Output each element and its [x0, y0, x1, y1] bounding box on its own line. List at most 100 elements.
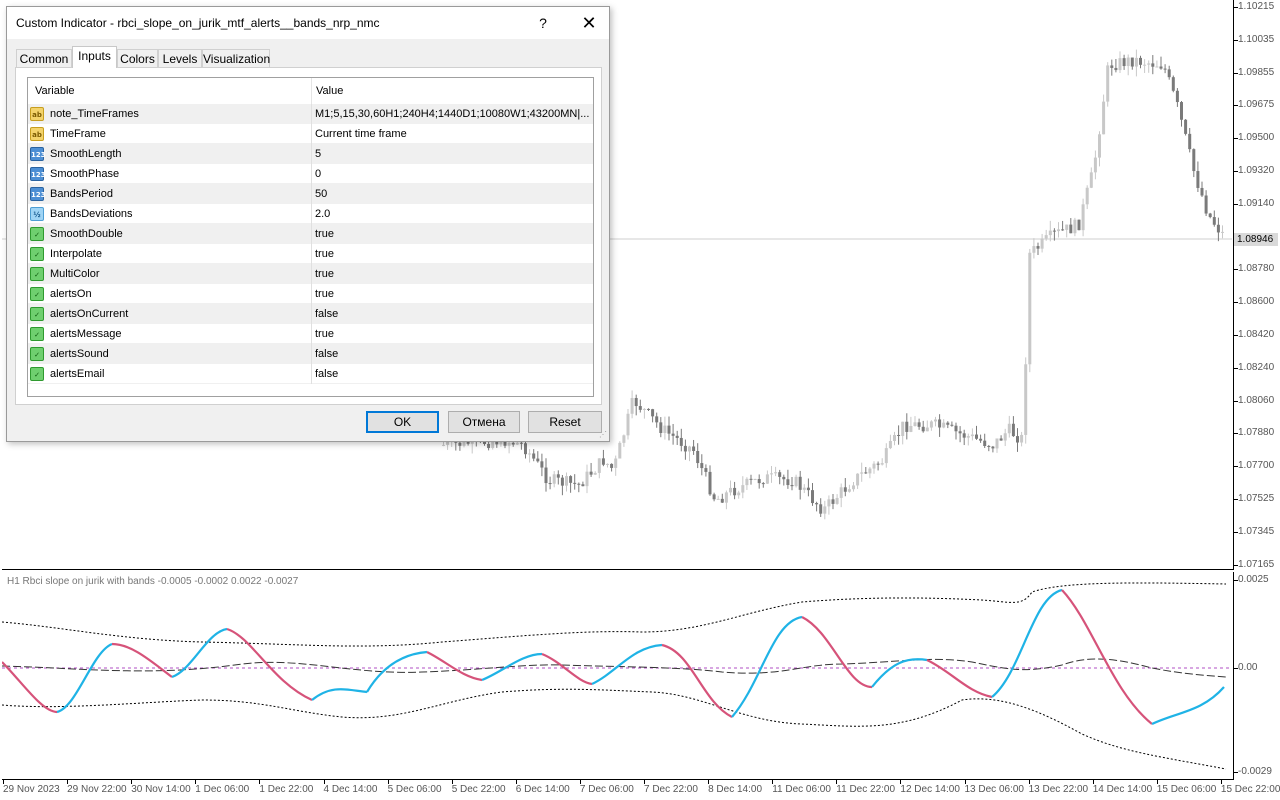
input-value-cell[interactable]: true	[315, 224, 593, 244]
candle-body	[1139, 57, 1142, 65]
time-label: 29 Nov 22:00	[67, 784, 127, 795]
close-button[interactable]: ✕	[575, 12, 603, 34]
price-scale[interactable]: 1.10215 1.10035 1.09855 1.09675 1.09500 1.093…	[1234, 0, 1280, 572]
input-row[interactable]: 123 SmoothLength 5	[28, 144, 593, 164]
input-row[interactable]: ✓ SmoothDouble true	[28, 224, 593, 244]
help-button[interactable]: ?	[529, 12, 557, 34]
input-variable-name: SmoothDouble	[50, 228, 123, 240]
candle-body	[601, 458, 605, 465]
candle-body	[913, 422, 917, 426]
input-row[interactable]: 123 BandsPeriod 50	[28, 184, 593, 204]
candle-body	[827, 499, 831, 507]
input-row[interactable]: 123 SmoothPhase 0	[28, 164, 593, 184]
time-label: 30 Nov 14:00	[131, 784, 191, 795]
input-row[interactable]: ✓ Interpolate true	[28, 244, 593, 264]
tab-visualization[interactable]: Visualization	[202, 49, 270, 67]
input-row[interactable]: ½ BandsDeviations 2.0	[28, 204, 593, 224]
input-value-cell[interactable]: true	[315, 264, 593, 284]
input-row[interactable]: ✓ alertsEmail false	[28, 364, 593, 384]
input-row[interactable]: ✓ alertsOnCurrent false	[28, 304, 593, 324]
input-row[interactable]: ✓ alertsMessage true	[28, 324, 593, 344]
input-value-cell[interactable]: Current time frame	[315, 124, 593, 144]
reset-button[interactable]: Reset	[528, 411, 602, 433]
candle-body	[458, 442, 462, 446]
dialog-titlebar[interactable]: Custom Indicator - rbci_slope_on_jurik_m…	[7, 7, 609, 39]
candle-body	[1073, 219, 1077, 234]
candle	[852, 481, 855, 492]
candle-body	[1196, 171, 1200, 188]
indicator-subwindow[interactable]	[2, 572, 1234, 780]
input-variable-name: note_TimeFrames	[50, 108, 139, 120]
resize-grip-icon[interactable]: ⋰	[599, 430, 607, 439]
price-label: 1.10035	[1238, 33, 1275, 45]
candle-body	[1106, 65, 1110, 102]
candle	[1196, 161, 1200, 193]
cancel-button[interactable]: Отмена	[448, 411, 520, 433]
candle-body	[995, 438, 999, 449]
column-divider[interactable]	[311, 78, 312, 104]
tab-levels[interactable]: Levels	[158, 49, 202, 67]
time-axis[interactable]: 29 Nov 2023 29 Nov 22:00 30 Nov 14:00 1 Dec…	[0, 780, 1280, 800]
candle-body	[774, 472, 778, 474]
candle	[806, 478, 810, 497]
input-value-cell[interactable]: M1;5,15,30,60H1;240H4;1440D1;10080W1;432…	[315, 104, 593, 124]
candle	[880, 458, 884, 466]
candle	[893, 431, 896, 446]
tab-label: Levels	[162, 52, 198, 66]
price-label: 1.09140	[1238, 197, 1275, 209]
candle-body	[806, 487, 810, 491]
indicator-scale-label: 0.00	[1238, 662, 1258, 673]
input-value-cell[interactable]: 50	[315, 184, 593, 204]
candle	[1102, 94, 1106, 135]
input-row[interactable]: ab TimeFrame Current time frame	[28, 124, 593, 144]
candle-body	[1216, 224, 1220, 233]
input-value-cell[interactable]: true	[315, 244, 593, 264]
input-value-cell[interactable]: 5	[315, 144, 593, 164]
column-header-variable[interactable]: Variable	[35, 85, 75, 97]
candle-body	[651, 409, 655, 417]
candle	[1093, 150, 1097, 180]
input-row[interactable]: ab note_TimeFrames M1;5,15,30,60H1;240H4;1…	[28, 104, 593, 124]
candle	[1085, 185, 1089, 210]
candle-body	[1007, 423, 1011, 434]
indicator-scale[interactable]: 0.0025 0.00 -0.0029	[1234, 572, 1280, 782]
cell-divider	[311, 324, 312, 344]
ok-button[interactable]: OK	[366, 411, 439, 433]
candle	[847, 484, 851, 493]
input-value-cell[interactable]: false	[315, 304, 593, 324]
candle	[663, 416, 667, 440]
input-value-cell[interactable]: false	[315, 364, 593, 384]
tab-common[interactable]: Common	[16, 49, 72, 67]
candle-body	[888, 440, 892, 449]
input-variable-name: alertsMessage	[50, 328, 122, 340]
time-label: 4 Dec 14:00	[323, 784, 378, 795]
rbci-slope-line	[366, 650, 428, 693]
indicator-label: H1 Rbci slope on jurik with bands -0.000…	[7, 576, 299, 587]
candle	[1048, 220, 1052, 242]
candle-body	[991, 446, 995, 449]
candle-body	[938, 419, 942, 428]
input-value-cell[interactable]: true	[315, 284, 593, 304]
price-label: 1.07345	[1238, 525, 1275, 537]
input-value-cell[interactable]: 0	[315, 164, 593, 184]
integer-icon: 123	[30, 147, 46, 161]
boolean-icon: ✓	[30, 367, 44, 381]
input-value-cell[interactable]: false	[315, 344, 593, 364]
rbci-slope-line	[311, 688, 368, 701]
input-value-cell[interactable]: 2.0	[315, 204, 593, 224]
candle-body	[905, 421, 909, 432]
candle-body	[1089, 172, 1093, 188]
input-row[interactable]: ✓ alertsSound false	[28, 344, 593, 364]
input-variable-name: alertsOnCurrent	[50, 308, 129, 320]
input-value-cell[interactable]: true	[315, 324, 593, 344]
candle	[683, 439, 687, 460]
input-row[interactable]: ✓ alertsOn true	[28, 284, 593, 304]
tab-colors[interactable]: Colors	[117, 49, 158, 67]
candle	[536, 451, 540, 463]
column-header-value[interactable]: Value	[316, 85, 343, 97]
candle	[597, 458, 601, 479]
input-row[interactable]: ✓ MultiColor true	[28, 264, 593, 284]
candle-body	[519, 442, 523, 444]
tab-inputs[interactable]: Inputs	[72, 46, 117, 68]
candle	[532, 449, 536, 462]
